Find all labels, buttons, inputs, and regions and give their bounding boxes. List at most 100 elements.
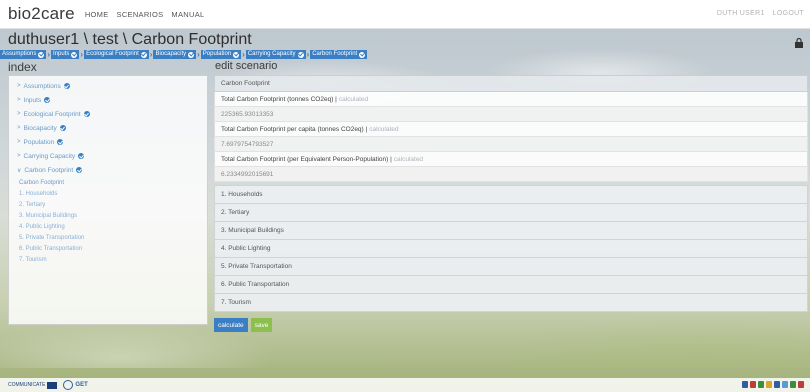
eu-logo: COMMUNICATE xyxy=(8,381,58,389)
chevron-right-icon: > xyxy=(17,83,21,89)
index-item-inputs[interactable]: > Inputs xyxy=(9,93,207,107)
index-subitem-tertiary[interactable]: 2. Tertiary xyxy=(9,199,207,210)
calculated-tag: calculated xyxy=(338,95,369,103)
edit-heading: edit scenario xyxy=(215,60,278,72)
action-buttons: calculate save xyxy=(214,318,808,332)
ring-icon xyxy=(63,380,74,390)
index-item-label: Biocapacity xyxy=(23,124,57,132)
check-icon xyxy=(140,51,147,58)
index-item-carbon-footprint[interactable]: ∨ Carbon Footprint xyxy=(9,163,207,177)
index-item-label: Inputs xyxy=(23,96,42,104)
step-label: Assumptions xyxy=(2,51,37,57)
step-population[interactable]: Population xyxy=(200,50,242,59)
check-icon xyxy=(38,51,45,58)
check-icon xyxy=(71,51,78,58)
chevron-right-icon: › xyxy=(197,50,200,59)
index-item-biocapacity[interactable]: > Biocapacity xyxy=(9,121,207,135)
top-navbar: bio2care HOME SCENARIOS MANUAL DUTH USER… xyxy=(0,0,810,29)
step-inputs[interactable]: Inputs xyxy=(51,50,80,59)
check-icon xyxy=(59,125,66,131)
chevron-right-icon: > xyxy=(17,125,21,131)
calculate-button[interactable]: calculate xyxy=(214,318,248,332)
brand-logo[interactable]: bio2care xyxy=(8,4,75,24)
username-link[interactable]: DUTH USER1 xyxy=(717,10,765,17)
step-carbon-footprint[interactable]: Carbon Footprint xyxy=(310,50,368,59)
section-header: Carbon Footprint xyxy=(214,75,808,92)
chevron-right-icon: > xyxy=(17,139,21,145)
check-icon xyxy=(76,167,83,173)
index-subitem-households[interactable]: 1. Households xyxy=(9,188,207,199)
chevron-right-icon: › xyxy=(149,50,153,59)
chevron-right-icon: > xyxy=(17,97,21,103)
index-subitem-tourism[interactable]: 7. Tourism xyxy=(9,254,207,265)
sponsor-logo-icon xyxy=(750,381,756,388)
nav-scenarios[interactable]: SCENARIOS xyxy=(117,10,164,19)
field-label: Total Carbon Footprint per capita (tonne… xyxy=(214,122,808,136)
accordion-public-lighting[interactable]: 4. Public Lighting xyxy=(214,240,808,258)
check-icon xyxy=(233,51,240,58)
sponsor-logo-icon xyxy=(782,381,788,388)
accordion-households[interactable]: 1. Households xyxy=(214,185,808,204)
accordion-municipal-buildings[interactable]: 3. Municipal Buildings xyxy=(214,222,808,240)
index-item-population[interactable]: > Population xyxy=(9,135,207,149)
step-label: Ecological Footprint xyxy=(86,51,139,57)
accordion-tertiary[interactable]: 2. Tertiary xyxy=(214,204,808,222)
field-label-text: Total Carbon Footprint per capita (tonne… xyxy=(221,125,368,133)
chevron-right-icon: › xyxy=(306,50,310,59)
sponsor-logo-icon xyxy=(790,381,796,388)
index-item-label: Carrying Capacity xyxy=(23,152,76,160)
lock-icon[interactable] xyxy=(794,37,804,49)
user-menu: DUTH USER1 LOGOUT xyxy=(717,10,804,17)
index-subitem-private-transportation[interactable]: 5. Private Transportation xyxy=(9,232,207,243)
carbon-footprint-per-capita-value: 7.6979754793527 xyxy=(214,136,808,152)
index-subitem-public-transportation[interactable]: 6. Public Transportation xyxy=(9,243,207,254)
step-label: Population xyxy=(202,51,232,57)
step-biocapacity[interactable]: Biocapacity xyxy=(153,50,197,59)
check-icon xyxy=(63,83,70,89)
step-label: Carrying Capacity xyxy=(247,51,296,57)
step-assumptions[interactable]: Assumptions xyxy=(0,50,47,59)
accordion-public-transportation[interactable]: 6. Public Transportation xyxy=(214,276,808,294)
sponsor-logo-icon xyxy=(758,381,764,388)
field-label: Total Carbon Footprint (tonnes CO2eq) | c… xyxy=(214,92,808,106)
field-label-text: Total Carbon Footprint (per Equivalent P… xyxy=(221,155,392,163)
chevron-right-icon: > xyxy=(17,111,21,117)
nav-manual[interactable]: MANUAL xyxy=(171,10,204,19)
index-subitem-public-lighting[interactable]: 4. Public Lighting xyxy=(9,221,207,232)
check-icon xyxy=(359,51,366,58)
accordion-private-transportation[interactable]: 5. Private Transportation xyxy=(214,258,808,276)
index-item-assumptions[interactable]: > Assumptions xyxy=(9,79,207,93)
accordion-tourism[interactable]: 7. Tourism xyxy=(214,294,808,312)
nav-home[interactable]: HOME xyxy=(85,10,109,19)
index-item-carrying-capacity[interactable]: > Carrying Capacity xyxy=(9,149,207,163)
index-item-ecological-footprint[interactable]: > Ecological Footprint xyxy=(9,107,207,121)
logout-link[interactable]: LOGOUT xyxy=(773,10,804,17)
index-item-label: Population xyxy=(23,138,55,146)
sponsor-logos xyxy=(742,381,804,388)
check-icon xyxy=(188,51,195,58)
index-item-label: Assumptions xyxy=(23,82,61,90)
progress-steps: Assumptions › Inputs › Ecological Footpr… xyxy=(0,50,368,59)
main-nav: HOME SCENARIOS MANUAL xyxy=(85,10,213,19)
index-subitem-carbon-footprint[interactable]: Carbon Footprint xyxy=(9,177,207,188)
step-label: Carbon Footprint xyxy=(312,51,358,57)
partner-logo-text: GET xyxy=(75,382,88,388)
check-icon xyxy=(83,111,90,117)
chevron-right-icon: › xyxy=(47,50,51,59)
check-icon xyxy=(44,97,51,103)
index-sidebar: > Assumptions > Inputs > Ecological Footpri… xyxy=(8,75,208,325)
index-subitem-municipal-buildings[interactable]: 3. Municipal Buildings xyxy=(9,210,207,221)
flag-icon xyxy=(47,381,58,389)
index-item-label: Carbon Footprint xyxy=(24,166,74,174)
step-ecological-footprint[interactable]: Ecological Footprint xyxy=(84,50,149,59)
save-button[interactable]: save xyxy=(250,318,273,332)
chevron-right-icon: › xyxy=(242,50,245,59)
check-icon xyxy=(297,51,304,58)
field-label-text: Total Carbon Footprint (tonnes CO2eq) | xyxy=(221,95,337,103)
step-carrying-capacity[interactable]: Carrying Capacity xyxy=(245,50,306,59)
chevron-down-icon: ∨ xyxy=(17,167,22,174)
sponsor-logo-icon xyxy=(766,381,772,388)
calculated-tag: calculated xyxy=(393,155,424,163)
chevron-right-icon: › xyxy=(80,50,84,59)
step-label: Inputs xyxy=(53,51,70,57)
